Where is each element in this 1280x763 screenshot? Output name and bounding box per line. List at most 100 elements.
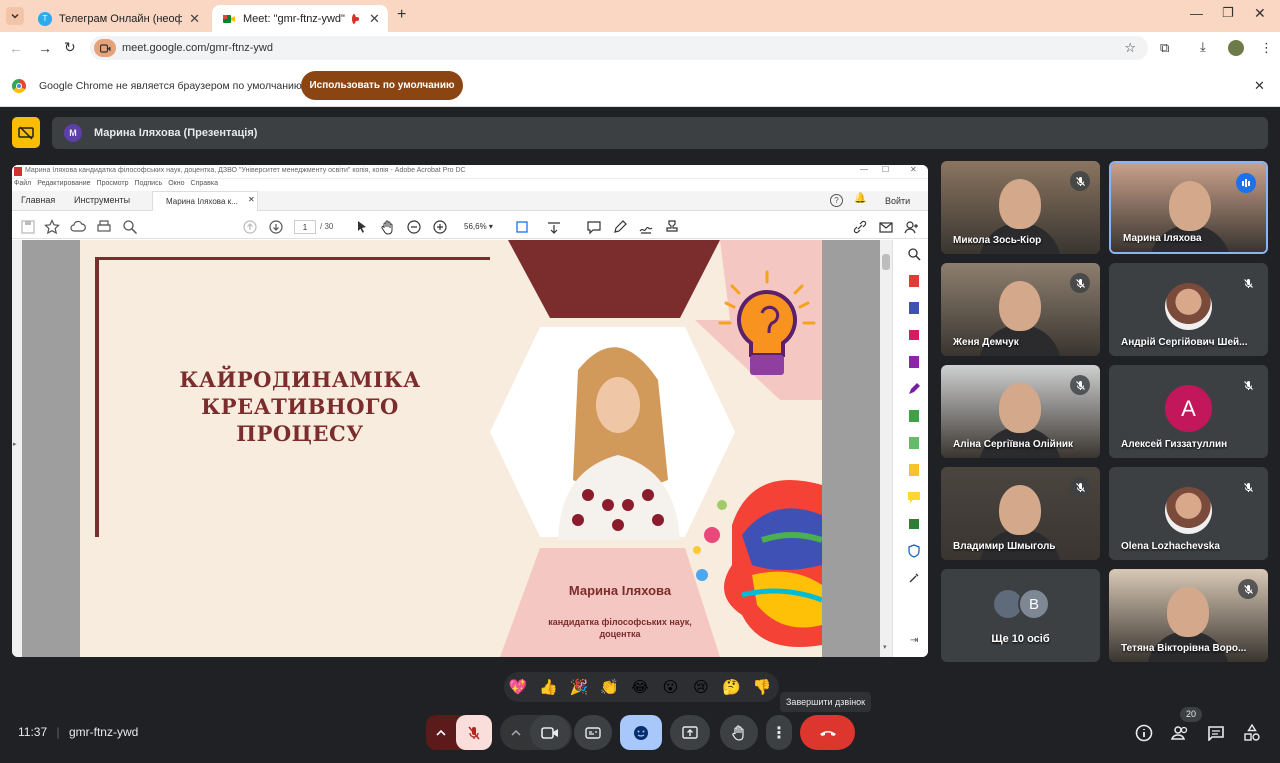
participant-tile[interactable]: Микола Зось-Кіор	[941, 161, 1100, 254]
forward-button[interactable]: →	[38, 40, 52, 56]
zoom-search-icon[interactable]	[122, 219, 138, 235]
vertical-scrollbar[interactable]	[880, 240, 892, 657]
save-icon[interactable]	[20, 219, 36, 235]
participant-tile[interactable]: Аліна Сергіївна Олійник	[941, 365, 1100, 458]
acrobat-tab-tools[interactable]: Инструменты	[74, 195, 130, 205]
menu-help[interactable]: Справка	[191, 180, 218, 187]
download-icon[interactable]: ⤓	[1200, 39, 1206, 55]
participant-tile[interactable]: Женя Демчук	[941, 263, 1100, 356]
participant-tile[interactable]: Марина Іляхова	[1109, 161, 1268, 254]
more-options-button[interactable]: ⋮	[766, 715, 792, 750]
participant-tile[interactable]: A Алексей Гиззатуллин	[1109, 365, 1268, 458]
organize-pages-icon[interactable]	[907, 328, 921, 342]
pen-icon[interactable]	[612, 219, 628, 235]
stop-presenting-button[interactable]	[12, 117, 40, 148]
browser-tab-telegram[interactable]: T Телеграм Онлайн (неофициал ✕	[28, 5, 210, 32]
print-production-icon[interactable]	[907, 517, 921, 531]
close-tab-icon[interactable]: ✕	[189, 11, 200, 27]
prev-page-icon[interactable]	[242, 219, 258, 235]
menu-sign[interactable]: Подпись	[135, 180, 163, 187]
select-cursor-icon[interactable]	[354, 219, 370, 235]
sign-icon[interactable]	[638, 219, 654, 235]
email-icon[interactable]	[878, 219, 894, 235]
end-call-button[interactable]	[800, 715, 855, 750]
scan-icon[interactable]	[907, 463, 921, 477]
comment-icon[interactable]	[586, 219, 602, 235]
fit-page-icon[interactable]	[514, 219, 530, 235]
meeting-details-button[interactable]	[1130, 720, 1158, 746]
acrobat-close[interactable]: ✕	[910, 165, 917, 174]
present-screen-button[interactable]	[670, 715, 710, 750]
comment-tool-icon[interactable]	[907, 490, 921, 504]
participant-tile[interactable]: Тетяна Вікторівна Воро...	[1109, 569, 1268, 662]
print-icon[interactable]	[96, 219, 112, 235]
menu-file[interactable]: Файл	[14, 180, 31, 187]
reaction-emoji-button[interactable]: 😂	[629, 676, 651, 698]
extensions-icon[interactable]: ⧉	[1160, 40, 1169, 56]
menu-edit[interactable]: Редактирование	[37, 180, 90, 187]
activities-button[interactable]	[1238, 720, 1266, 746]
minimize-button[interactable]: —	[1190, 6, 1203, 21]
camera-toggle-button[interactable]	[530, 715, 570, 750]
browser-menu-icon[interactable]: ⋮	[1260, 40, 1273, 56]
participant-tile[interactable]: B Ще 10 осіб	[941, 569, 1100, 662]
chat-button[interactable]	[1202, 720, 1230, 746]
participant-tile[interactable]: Olena Lozhachevska	[1109, 467, 1268, 560]
site-info-icon[interactable]	[94, 39, 116, 57]
close-document-icon[interactable]: ✕	[248, 195, 255, 204]
reload-button[interactable]: ↻	[64, 39, 76, 56]
next-page-icon[interactable]	[268, 219, 284, 235]
fill-sign-icon[interactable]	[907, 382, 921, 396]
infobar-close-button[interactable]: ✕	[1254, 78, 1265, 94]
acrobat-tab-document[interactable]: Марина Іляхова к... ✕	[152, 191, 258, 211]
scroll-down-icon[interactable]: ▾	[883, 643, 887, 651]
back-button[interactable]: ←	[9, 40, 23, 56]
participant-tile[interactable]: Владимир Шмыголь	[941, 467, 1100, 560]
reaction-emoji-button[interactable]: 👏	[599, 676, 621, 698]
hand-tool-icon[interactable]	[380, 219, 396, 235]
restore-button[interactable]: ❐	[1222, 5, 1234, 21]
captions-button[interactable]	[574, 715, 612, 750]
reaction-emoji-button[interactable]: 👎	[751, 676, 773, 698]
audio-options-button[interactable]	[426, 729, 456, 737]
acrobat-tab-home[interactable]: Главная	[21, 195, 55, 205]
reaction-emoji-button[interactable]: 🎉	[568, 676, 590, 698]
compress-icon[interactable]	[907, 436, 921, 450]
scroll-mode-icon[interactable]	[546, 219, 562, 235]
bookmark-star-icon[interactable]: ☆	[1124, 40, 1136, 56]
set-default-button[interactable]: Использовать по умолчанию	[301, 71, 463, 100]
cloud-upload-icon[interactable]	[70, 219, 86, 235]
help-icon[interactable]: ?	[830, 194, 843, 207]
people-button[interactable]	[1166, 720, 1194, 746]
mic-toggle-button[interactable]	[456, 715, 492, 750]
menu-window[interactable]: Окно	[168, 180, 184, 187]
star-icon[interactable]	[44, 219, 60, 235]
zoom-in-icon[interactable]	[432, 219, 448, 235]
zoom-out-icon[interactable]	[406, 219, 422, 235]
menu-view[interactable]: Просмотр	[97, 180, 129, 187]
new-tab-button[interactable]: +	[397, 6, 406, 24]
share-link-icon[interactable]	[852, 219, 868, 235]
address-bar[interactable]: meet.google.com/gmr-ftnz-ywd ☆	[90, 36, 1148, 60]
left-panel-toggle[interactable]: ▸	[12, 240, 22, 657]
close-window-button[interactable]: ✕	[1254, 5, 1266, 22]
reaction-emoji-button[interactable]: 👍	[538, 676, 560, 698]
raise-hand-button[interactable]	[720, 715, 758, 750]
reaction-emoji-button[interactable]: 😮	[660, 676, 682, 698]
signin-link[interactable]: Войти	[885, 196, 910, 206]
emoji-reactions-button[interactable]	[620, 715, 662, 750]
video-options-button[interactable]	[502, 729, 530, 737]
zoom-select[interactable]: 56,6% ▾	[458, 219, 502, 235]
page-number-input[interactable]: 1	[294, 220, 316, 234]
acrobat-minimize[interactable]: —	[860, 165, 868, 174]
protect-icon[interactable]	[907, 544, 921, 558]
more-tools-icon[interactable]	[907, 571, 921, 585]
export-pdf-icon[interactable]	[907, 301, 921, 315]
stamp-icon[interactable]	[664, 219, 680, 235]
participant-tile[interactable]: Андрій Сергійович Шей...	[1109, 263, 1268, 356]
collapse-pane-icon[interactable]: ⇥	[910, 635, 918, 646]
combine-files-icon[interactable]	[907, 409, 921, 423]
search-icon[interactable]	[907, 247, 921, 261]
tab-search-button[interactable]	[6, 7, 24, 25]
notifications-icon[interactable]: 🔔	[854, 193, 866, 204]
